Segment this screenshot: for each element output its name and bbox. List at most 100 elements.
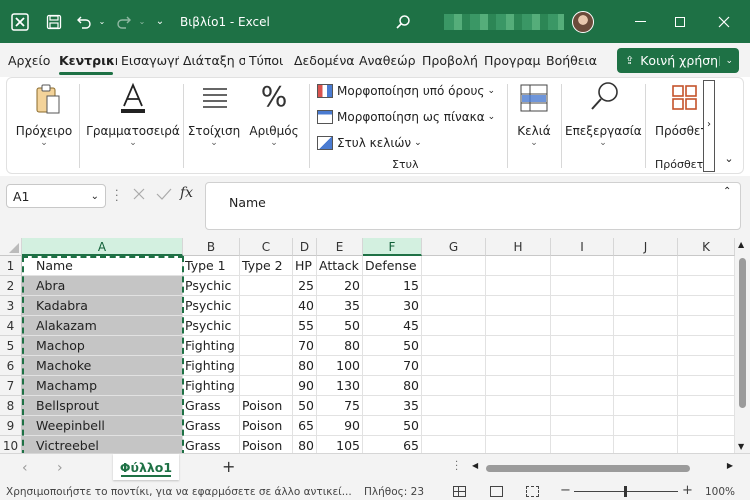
cell-k5[interactable]: [678, 336, 735, 356]
number-group[interactable]: % Αριθμός ⌄: [245, 78, 303, 173]
cell-h9[interactable]: [486, 416, 551, 436]
cell-k2[interactable]: [678, 276, 735, 296]
row-header[interactable]: 7: [0, 376, 22, 396]
cell-e9[interactable]: 90: [317, 416, 363, 436]
page-layout-view-icon[interactable]: [490, 486, 503, 497]
cell-b4[interactable]: Psychic: [183, 316, 240, 336]
cell-b9[interactable]: Grass: [183, 416, 240, 436]
cell-f3[interactable]: 30: [363, 296, 422, 316]
zoom-slider-thumb[interactable]: [624, 486, 627, 497]
collapse-ribbon-icon[interactable]: ⌄: [721, 152, 737, 168]
scroll-up-icon[interactable]: ▲: [738, 240, 744, 249]
cell-i9[interactable]: [551, 416, 614, 436]
cell-i8[interactable]: [551, 396, 614, 416]
cancel-entry-icon[interactable]: [132, 187, 148, 203]
cell-h6[interactable]: [486, 356, 551, 376]
scroll-down-icon[interactable]: ▼: [738, 442, 744, 451]
cell-h7[interactable]: [486, 376, 551, 396]
cell-a4[interactable]: Alakazam: [22, 316, 183, 336]
confirm-entry-icon[interactable]: [156, 187, 172, 203]
select-all-corner[interactable]: [0, 238, 22, 256]
column-header-i[interactable]: I: [551, 238, 614, 256]
cell-d5[interactable]: 70: [293, 336, 317, 356]
cell-a2[interactable]: Abra: [22, 276, 183, 296]
cell-k4[interactable]: [678, 316, 735, 336]
save-icon[interactable]: [40, 0, 68, 43]
zoom-out-icon[interactable]: −: [560, 483, 571, 498]
cell-j2[interactable]: [614, 276, 678, 296]
prev-sheet-icon[interactable]: ‹: [22, 460, 28, 476]
page-break-view-icon[interactable]: [526, 486, 539, 497]
cell-f4[interactable]: 45: [363, 316, 422, 336]
cell-j9[interactable]: [614, 416, 678, 436]
cell-b3[interactable]: Psychic: [183, 296, 240, 316]
row-header[interactable]: 2: [0, 276, 22, 296]
cell-i6[interactable]: [551, 356, 614, 376]
cell-a3[interactable]: Kadabra: [22, 296, 183, 316]
clipboard-group[interactable]: Πρόχειρο ⌄: [11, 78, 77, 173]
column-header-j[interactable]: J: [614, 238, 678, 256]
cell-h3[interactable]: [486, 296, 551, 316]
customize-toolbar-icon[interactable]: ⌄: [152, 0, 168, 43]
cell-g1[interactable]: [422, 256, 486, 276]
cell-a5[interactable]: Machop: [22, 336, 183, 356]
cell-b6[interactable]: Fighting: [183, 356, 240, 376]
add-sheet-button[interactable]: +: [222, 457, 235, 476]
cell-d7[interactable]: 90: [293, 376, 317, 396]
cell-b8[interactable]: Grass: [183, 396, 240, 416]
addins-group[interactable]: Πρόσθετ Πρόσθετ: [649, 78, 703, 173]
sheet-tab-active[interactable]: Φύλλο1: [113, 454, 179, 480]
cell-b1[interactable]: Type 1: [183, 256, 240, 276]
cell-c6[interactable]: [240, 356, 293, 376]
next-sheet-icon[interactable]: ›: [57, 460, 63, 476]
tab-formulas[interactable]: Τύποι: [245, 43, 290, 77]
cell-a9[interactable]: Weepinbell: [22, 416, 183, 436]
cell-c4[interactable]: [240, 316, 293, 336]
cell-b7[interactable]: Fighting: [183, 376, 240, 396]
row-header[interactable]: 5: [0, 336, 22, 356]
cell-g6[interactable]: [422, 356, 486, 376]
column-header-g[interactable]: G: [422, 238, 486, 256]
cell-i5[interactable]: [551, 336, 614, 356]
cell-h2[interactable]: [486, 276, 551, 296]
maximize-icon[interactable]: [660, 0, 700, 43]
cell-h4[interactable]: [486, 316, 551, 336]
alignment-group[interactable]: Στοίχιση ⌄: [185, 78, 243, 173]
cell-e7[interactable]: 130: [317, 376, 363, 396]
column-header-e[interactable]: E: [317, 238, 363, 256]
cell-a10[interactable]: Victreebel: [22, 436, 183, 453]
close-icon[interactable]: [702, 0, 746, 43]
cells-group[interactable]: Κελιά ⌄: [509, 78, 559, 173]
cell-h8[interactable]: [486, 396, 551, 416]
row-header[interactable]: 3: [0, 296, 22, 316]
cell-c7[interactable]: [240, 376, 293, 396]
cell-e3[interactable]: 35: [317, 296, 363, 316]
cell-i10[interactable]: [551, 436, 614, 453]
cell-d2[interactable]: 25: [293, 276, 317, 296]
row-header[interactable]: 1: [0, 256, 22, 276]
account-name-blurred[interactable]: [444, 0, 564, 43]
cell-d9[interactable]: 65: [293, 416, 317, 436]
column-header-h[interactable]: H: [486, 238, 551, 256]
cell-g8[interactable]: [422, 396, 486, 416]
tab-page-layout[interactable]: Διάταξη σ: [179, 43, 245, 77]
cell-d6[interactable]: 80: [293, 356, 317, 376]
vertical-scrollbar[interactable]: ▲ ▼: [735, 238, 750, 453]
cell-k6[interactable]: [678, 356, 735, 376]
cell-i4[interactable]: [551, 316, 614, 336]
cell-e1[interactable]: Attack: [317, 256, 363, 276]
cell-a8[interactable]: Bellsprout: [22, 396, 183, 416]
column-header-k[interactable]: K: [678, 238, 735, 256]
cell-d8[interactable]: 50: [293, 396, 317, 416]
tab-home[interactable]: Κεντρική: [55, 43, 117, 77]
tab-review[interactable]: Αναθεώρ: [355, 43, 418, 77]
cell-d10[interactable]: 80: [293, 436, 317, 453]
cell-j8[interactable]: [614, 396, 678, 416]
formula-input[interactable]: Name: [205, 182, 741, 230]
redo-dropdown-icon[interactable]: ⌄: [136, 0, 148, 43]
cell-c9[interactable]: Poison: [240, 416, 293, 436]
cell-j1[interactable]: [614, 256, 678, 276]
tab-help[interactable]: Βοήθεια: [542, 43, 604, 77]
cell-f8[interactable]: 35: [363, 396, 422, 416]
share-dropdown-icon[interactable]: ⌄: [719, 55, 733, 66]
